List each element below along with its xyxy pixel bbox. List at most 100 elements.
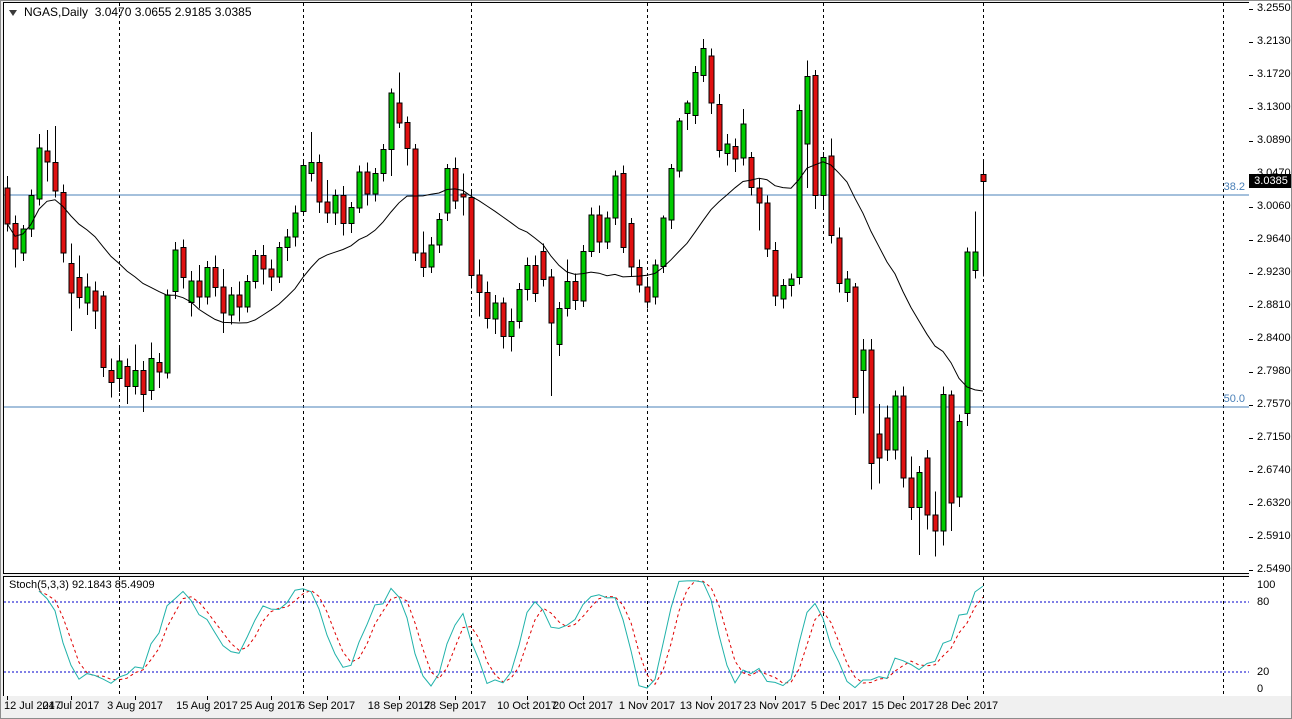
candle (348, 207, 355, 224)
price-axis-label: 2.7570 (1257, 398, 1291, 410)
price-axis-label: 2.5490 (1257, 563, 1291, 575)
price-tick (1249, 405, 1253, 406)
candle (372, 173, 379, 195)
candle (44, 150, 51, 163)
fib-level-label: 38.2 (1223, 181, 1245, 193)
candle (84, 286, 91, 304)
candle (724, 143, 731, 154)
candle (588, 214, 595, 252)
candle (268, 268, 275, 278)
candle (604, 217, 611, 243)
candle (956, 421, 963, 498)
price-axis-label: 3.0060 (1257, 200, 1291, 212)
stoch-axis-label: 100 (1257, 579, 1276, 591)
candle (652, 264, 659, 298)
candle (668, 168, 675, 221)
candle (780, 285, 787, 300)
date-label: 20 Oct 2017 (553, 700, 613, 712)
candle (548, 276, 555, 324)
price-axis-label: 3.1300 (1257, 101, 1291, 113)
candle (844, 278, 851, 293)
candle (252, 255, 259, 282)
candle (340, 195, 347, 224)
price-tick (1249, 240, 1253, 241)
candle (916, 472, 923, 508)
price-axis[interactable]: 3.0385 3.2550 3.2130 3.1720 3.1300 3.0890 3.0… (1249, 1, 1291, 696)
date-label: 23 Nov 2017 (743, 700, 807, 712)
price-tick (1249, 207, 1253, 208)
date-label: 1 Nov 2017 (618, 700, 676, 712)
price-tick (1249, 141, 1253, 142)
price-chart-panel[interactable] (3, 2, 1250, 574)
candle (788, 278, 795, 286)
stoch-axis-label: 0 (1257, 683, 1264, 695)
candle (76, 277, 83, 298)
price-tick (1249, 438, 1253, 439)
candle (356, 171, 363, 209)
candle (556, 308, 563, 345)
stoch-indicator-name: Stoch(5,3,3) (9, 579, 69, 591)
candle (684, 102, 691, 114)
chart-header: NGAS,Daily 3.0470 3.0655 2.9185 3.0385 (9, 5, 252, 19)
price-tick (1249, 504, 1253, 505)
candle (860, 349, 867, 371)
candle (812, 75, 819, 196)
candle (460, 193, 467, 198)
candle (708, 55, 715, 104)
price-axis-label: 2.5910 (1257, 530, 1291, 542)
candle (236, 294, 243, 308)
date-label: 6 Sep 2017 (298, 700, 356, 712)
candlestick-chart[interactable] (4, 3, 1249, 573)
price-tick (1249, 339, 1253, 340)
candle (68, 263, 75, 294)
date-label: 5 Dec 2017 (810, 700, 868, 712)
price-axis-label: 2.6740 (1257, 464, 1291, 476)
candle (596, 214, 603, 243)
stoch-panel[interactable] (3, 576, 1250, 697)
stoch-values: 92.1843 85.4909 (71, 579, 155, 591)
candle (492, 302, 499, 320)
candle (692, 72, 699, 116)
stoch-axis-label: 80 (1257, 596, 1270, 608)
chart-window: NGAS,Daily 3.0470 3.0655 2.9185 3.0385 3… (0, 0, 1292, 719)
candle (572, 281, 579, 301)
symbol-label: NGAS,Daily (24, 5, 89, 19)
candle (756, 187, 763, 204)
candle (980, 174, 987, 182)
price-tick (1249, 9, 1253, 10)
candle (660, 217, 667, 267)
candle (796, 110, 803, 278)
date-label: 28 Sep 2017 (423, 700, 487, 712)
candle (60, 192, 67, 254)
candle (140, 370, 147, 395)
candle (564, 281, 571, 309)
time-axis[interactable]: 12 Jul 2017 24 Jul 2017 3 Aug 2017 15 Aug 2… (1, 696, 1291, 718)
candle (540, 251, 547, 280)
candle (892, 395, 899, 451)
date-label: 13 Nov 2017 (679, 700, 743, 712)
candle (948, 394, 955, 504)
candle (524, 265, 531, 290)
date-label: 28 Dec 2017 (935, 700, 999, 712)
candle (100, 295, 107, 368)
stoch-axis-label: 20 (1257, 666, 1270, 678)
symbol-dropdown-icon[interactable] (9, 9, 17, 16)
candle (516, 289, 523, 322)
date-label: 24 Jul 2017 (42, 700, 100, 712)
candle (148, 358, 155, 391)
candle (308, 162, 315, 174)
price-tick (1249, 108, 1253, 109)
candle (220, 286, 227, 314)
candle (748, 157, 755, 188)
candle (380, 149, 387, 174)
candle (852, 286, 859, 398)
stochastic-chart[interactable] (4, 577, 1249, 696)
candle (332, 195, 339, 214)
candle (428, 244, 435, 268)
candle (212, 267, 219, 288)
candle (172, 249, 179, 292)
candle (468, 197, 475, 276)
candle (276, 247, 283, 278)
candle (444, 168, 451, 214)
candle (396, 102, 403, 124)
